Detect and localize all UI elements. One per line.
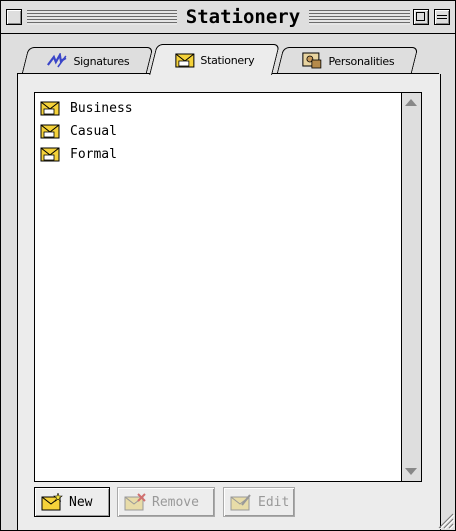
new-button[interactable]: New	[34, 487, 110, 517]
list-item-label: Casual	[70, 123, 117, 139]
stationery-icon	[174, 52, 194, 68]
list-item-label: Formal	[70, 146, 117, 162]
title-stripes-right	[309, 10, 410, 25]
new-stationery-icon	[41, 493, 63, 511]
tab-stationery[interactable]: Stationery	[149, 44, 280, 75]
scroll-down-arrow-icon[interactable]	[405, 468, 417, 475]
stationery-icon	[40, 100, 60, 116]
list-item[interactable]: Formal	[40, 144, 117, 164]
resize-grip-icon[interactable]	[431, 506, 455, 530]
remove-button-label: Remove	[152, 494, 199, 510]
personalities-icon	[300, 52, 322, 70]
list-item-label: Business	[70, 100, 133, 116]
zoom-box[interactable]	[413, 9, 429, 25]
title-stripes-left	[27, 10, 177, 25]
stationery-window: Stationery Signatures Stationery Persona…	[0, 0, 456, 531]
pen-icon	[45, 53, 67, 69]
tab-signatures-label: Signatures	[73, 54, 130, 68]
remove-button[interactable]: Remove	[117, 487, 215, 517]
list-item[interactable]: Casual	[40, 121, 117, 141]
collapse-box[interactable]	[434, 9, 450, 25]
tab-signatures[interactable]: Signatures	[21, 47, 154, 74]
remove-stationery-icon	[124, 493, 146, 511]
scroll-up-arrow-icon[interactable]	[405, 99, 417, 106]
new-button-label: New	[69, 494, 93, 510]
stationery-icon	[40, 123, 60, 139]
edit-button-label: Edit	[258, 494, 290, 510]
window-title: Stationery	[177, 5, 309, 29]
list-item[interactable]: Business	[40, 98, 133, 118]
edit-stationery-icon	[230, 493, 252, 511]
stationery-list[interactable]: Business Casual Formal	[34, 92, 422, 482]
close-box[interactable]	[6, 9, 22, 25]
stationery-icon	[40, 146, 60, 162]
edit-button[interactable]: Edit	[223, 487, 295, 517]
tab-bar: Signatures Stationery Personalities	[1, 34, 455, 75]
tab-personalities[interactable]: Personalities	[276, 47, 419, 74]
title-bar[interactable]: Stationery	[1, 1, 455, 34]
tab-personalities-label: Personalities	[328, 54, 395, 68]
tab-stationery-label: Stationery	[200, 53, 255, 67]
vertical-scrollbar[interactable]	[401, 93, 421, 481]
